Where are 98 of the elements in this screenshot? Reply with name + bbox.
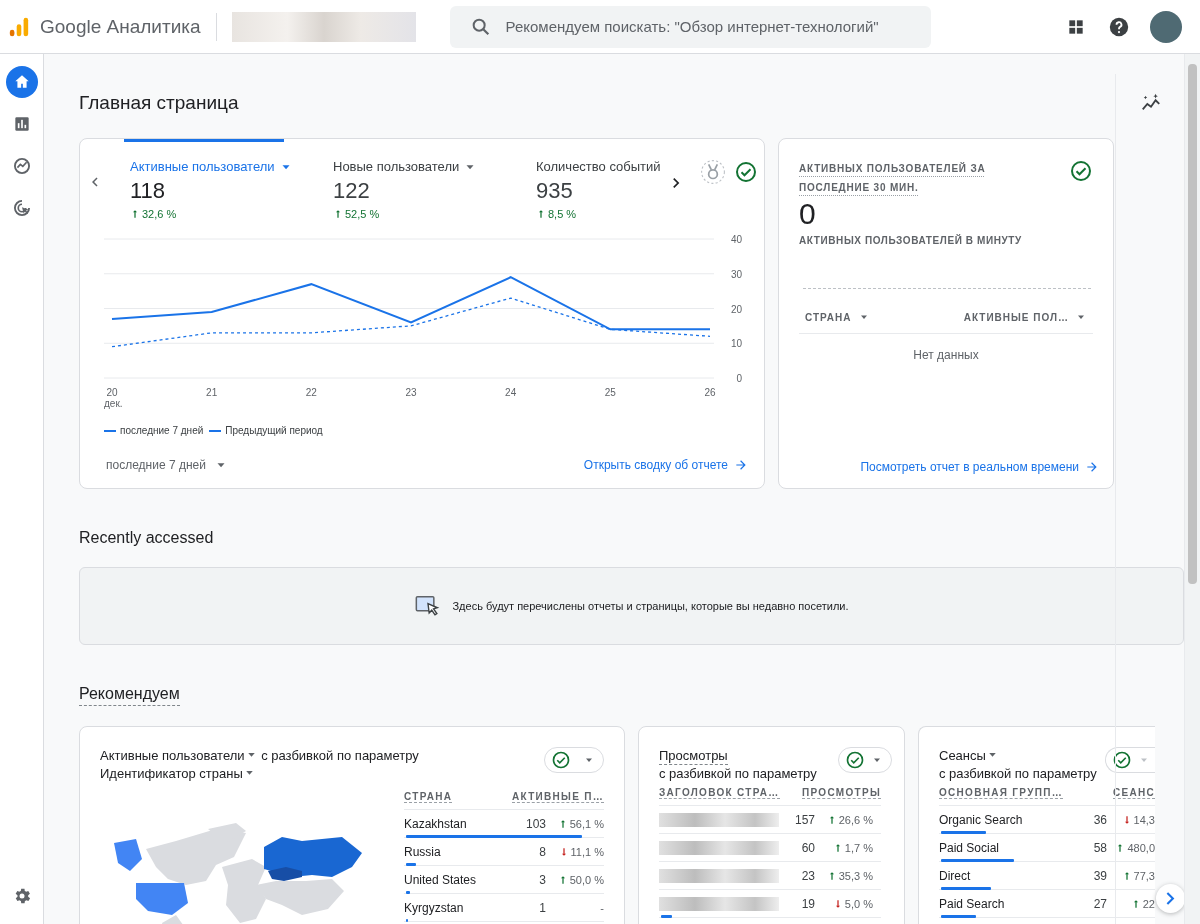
legend-swatch <box>209 429 222 432</box>
realtime-subtitle: АКТИВНЫХ ПОЛЬЗОВАТЕЛЕЙ В МИНУТУ <box>799 235 1023 246</box>
column-header[interactable]: АКТИВНЫЕ ПОЛ… <box>963 311 1087 323</box>
metric-tab[interactable]: Количество событий 935 8,5 % <box>530 139 666 221</box>
help-icon[interactable] <box>1108 15 1130 38</box>
legend-label: Предыдущий период <box>225 425 323 436</box>
check-circle-icon <box>1111 750 1132 770</box>
change-value: 480,0 <box>1127 841 1155 854</box>
table-cell-text: Paid Search <box>939 896 1006 911</box>
avatar[interactable] <box>1150 10 1182 43</box>
y-axis-label: 40 <box>730 234 742 245</box>
change-value: 26,6 % <box>838 813 873 826</box>
y-axis-label: 10 <box>730 338 742 350</box>
table-cell-text: 60 <box>800 840 815 855</box>
dimension-selector[interactable]: Идентификатор страны <box>100 765 256 783</box>
metric-tab[interactable]: Активные пользователи 118 32,6 % <box>124 139 327 221</box>
realtime-title: АКТИВНЫХ ПОЛЬЗОВАТЕЛЕЙ ЗА ПОСЛЕДНИЕ 30 МИН. <box>799 161 987 195</box>
table-cell-text: Kyrgyzstan <box>404 900 465 915</box>
change-value: 22 <box>1142 897 1155 910</box>
table-cell-text: 3 <box>538 872 546 887</box>
realtime-report-link[interactable]: Посмотреть отчет в реальном времени <box>860 460 1099 474</box>
status-dropdown[interactable] <box>838 747 892 773</box>
change-value: - <box>600 901 604 914</box>
table-cell-text: Kazakhstan <box>404 816 468 831</box>
check-circle-icon <box>845 750 865 770</box>
y-axis-label: 30 <box>730 268 742 280</box>
table-cell-text: 39 <box>1092 868 1107 883</box>
x-axis-label: 24 <box>505 387 517 398</box>
legend-label: последние 7 дней <box>120 425 204 436</box>
check-circle-icon[interactable] <box>1069 159 1093 183</box>
table-cell-text: 157 <box>793 812 815 827</box>
chevron-right-icon <box>1166 892 1175 905</box>
change-value: 77,3 <box>1133 869 1155 882</box>
metric-selector[interactable]: Активные пользователи <box>100 747 258 765</box>
metric-selector[interactable]: Сеансы <box>939 747 999 765</box>
change-value: 35,3 % <box>838 869 873 882</box>
product-name: Google Аналитика <box>40 15 201 38</box>
realtime-value: 0 <box>799 197 817 231</box>
table-cell-text: 103 <box>524 816 546 831</box>
section-title: Recently accessed <box>79 529 215 547</box>
column-header[interactable]: СТРАНА <box>404 791 453 803</box>
page-title: Главная страница <box>79 92 239 114</box>
column-header[interactable]: ПРОСМОТРЫ <box>802 787 881 799</box>
table-cell-text: Paid Social <box>939 840 1001 855</box>
metric-tab[interactable]: Новые пользователи 122 52,5 % <box>327 139 530 221</box>
table-cell-text: Direct <box>939 868 972 883</box>
card-title-text: с разбивкой по параметру <box>659 765 817 783</box>
table-cell-text: 19 <box>800 896 815 911</box>
card-title-text: с разбивкой по параметру <box>261 747 419 765</box>
table-cell-text: 1 <box>538 900 546 915</box>
table-cell-text: Organic Search <box>939 812 1024 827</box>
legend-swatch <box>104 429 116 432</box>
table-cell-text: 58 <box>1092 840 1107 855</box>
table-cell-text: United States <box>404 872 478 887</box>
change-value: 1,7 % <box>844 841 873 854</box>
check-circle-icon[interactable] <box>734 160 758 184</box>
column-header[interactable]: СТРАНА <box>805 311 870 323</box>
change-value: 50,0 % <box>569 873 604 886</box>
change-value: 56,1 % <box>569 817 604 830</box>
change-value: 14,3 <box>1133 813 1155 826</box>
y-axis-label: 20 <box>730 303 742 315</box>
nav-button[interactable] <box>5 66 38 98</box>
card-title-text: с разбивкой по параметру <box>939 765 1097 783</box>
table-cell-text: 23 <box>800 868 815 883</box>
metric-selector[interactable]: Просмотры <box>659 748 728 765</box>
y-axis-label: 0 <box>736 373 742 384</box>
status-dropdown[interactable] <box>1104 747 1155 773</box>
x-axis-label: 21 <box>206 387 218 398</box>
table-cell-text: 36 <box>1092 812 1107 827</box>
table-cell-text: 27 <box>1092 896 1107 911</box>
x-axis-label: 22 <box>305 387 317 398</box>
status-dropdown[interactable] <box>544 747 604 773</box>
arrow-right-icon <box>734 458 748 472</box>
target-cursor-icon <box>11 198 32 218</box>
empty-message: Здесь будут перечислены отчеты и страницы, которые вы недавно посетили. <box>452 600 849 612</box>
empty-message: Нет данных <box>912 348 980 362</box>
date-range-dropdown[interactable]: последние 7 дней <box>106 458 228 472</box>
search-field[interactable]: Рекомендуем поискать: "Обзор интернет-технологий" <box>449 5 931 48</box>
next-button[interactable] <box>1156 884 1184 913</box>
x-axis-label: 20 <box>106 387 118 398</box>
change-value: 11,1 % <box>570 845 604 858</box>
check-circle-icon <box>551 750 571 770</box>
trend-chart-icon <box>11 156 32 176</box>
column-header[interactable]: ОСНОВНАЯ ГРУПП… <box>939 787 1063 799</box>
month-label: дек. <box>104 398 123 409</box>
column-header[interactable]: ЗАГОЛОВОК СТРА… <box>659 787 780 799</box>
arrow-right-icon <box>1085 460 1099 474</box>
x-axis-label: 25 <box>604 387 616 398</box>
report-link[interactable]: Открыть сводку об отчете <box>583 458 748 472</box>
x-axis-label: 26 <box>704 387 716 398</box>
column-header[interactable]: АКТИВНЫЕ П… <box>511 791 604 803</box>
section-title: Рекомендуем <box>79 685 180 706</box>
table-cell-text: Russia <box>404 844 442 859</box>
x-axis-label: 23 <box>405 387 417 398</box>
table-cell-text: 8 <box>538 844 546 859</box>
column-header[interactable]: СЕАНС <box>1112 787 1155 799</box>
change-value: 5,0 % <box>844 897 873 910</box>
medal-icon[interactable] <box>700 159 726 185</box>
